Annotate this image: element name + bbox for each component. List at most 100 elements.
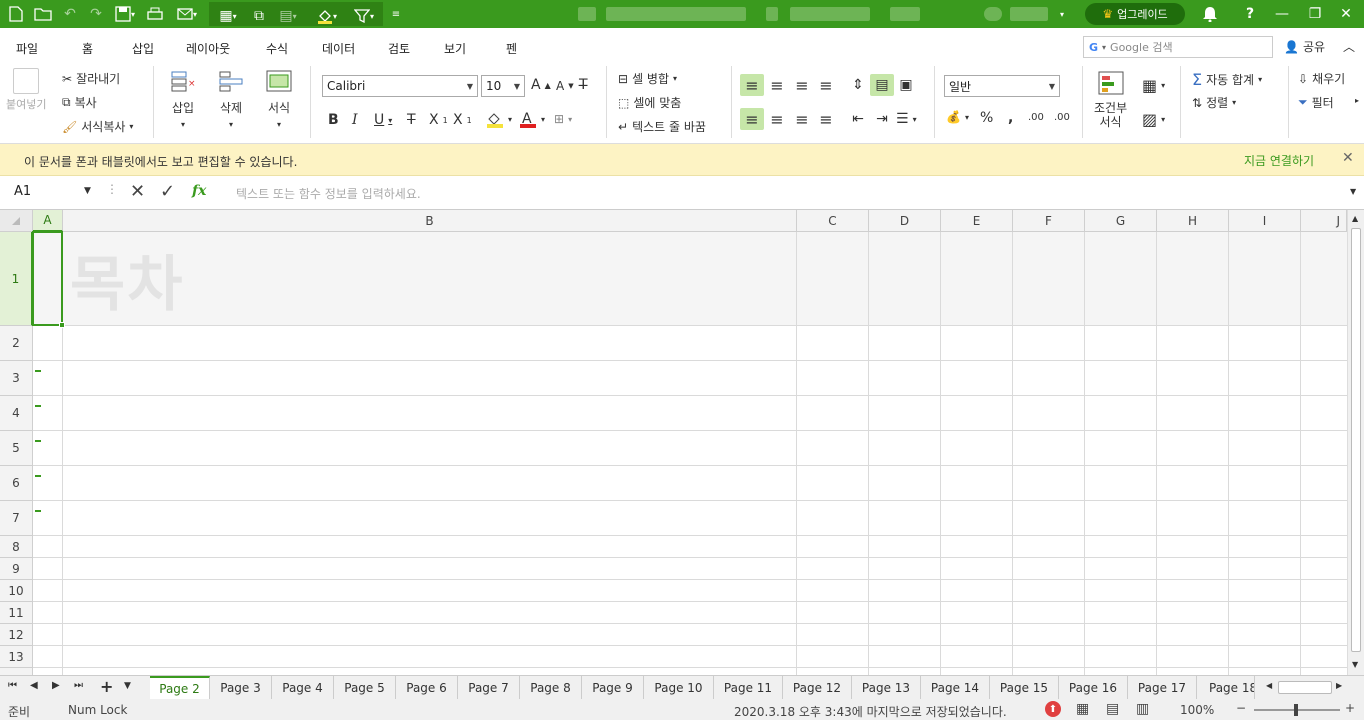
account-dropdown-icon[interactable]: ▾ xyxy=(1056,4,1068,24)
filter-icon[interactable]: ▾ xyxy=(349,6,379,26)
strikethrough-icon[interactable]: T xyxy=(407,112,416,128)
print-icon[interactable] xyxy=(145,4,165,24)
scroll-up-icon[interactable]: ▲ xyxy=(1352,214,1358,223)
table-style-icon[interactable]: ▦ ▾ xyxy=(1142,76,1165,95)
user-name[interactable] xyxy=(1010,7,1048,21)
first-sheet-icon[interactable]: ⏮ xyxy=(8,680,17,691)
zoom-in-icon[interactable]: + xyxy=(1345,701,1355,715)
fit-cells-button[interactable]: ⬚ 셀에 맞춤 xyxy=(618,94,681,111)
format-cells-button[interactable]: 서식 ▾ xyxy=(266,70,292,129)
fill-color-icon[interactable]: ▾ xyxy=(311,6,343,26)
superscript-icon[interactable]: X1 xyxy=(453,112,472,128)
active-cell-A1[interactable] xyxy=(32,231,63,326)
paste-cells-icon[interactable]: ▤ ▾ xyxy=(275,6,301,26)
sync-upload-icon[interactable]: ⬆ xyxy=(1045,701,1061,717)
justify-icon[interactable]: ≡ xyxy=(814,108,838,130)
column-header-G[interactable]: G xyxy=(1085,210,1157,232)
sheet-tab[interactable]: Page 11 xyxy=(714,676,783,699)
redo-icon[interactable]: ↷ xyxy=(86,4,106,24)
cell-format-icon[interactable]: ▦ ▾ xyxy=(215,6,241,26)
copy-cells-icon[interactable]: ⧉ xyxy=(249,6,269,26)
sheet-tab[interactable]: Page 9 xyxy=(582,676,644,699)
row-header-4[interactable]: 4 xyxy=(0,396,33,431)
sheet-tab[interactable]: Page 17 xyxy=(1128,676,1197,699)
undo-icon[interactable]: ↶ xyxy=(60,4,80,24)
connect-now-link[interactable]: 지금 연결하기 xyxy=(1244,152,1314,169)
sheet-list-icon[interactable]: ▼ xyxy=(124,681,131,691)
column-header-D[interactable]: D xyxy=(869,210,941,232)
sheet-tab-page-2[interactable]: Page 2 xyxy=(150,676,210,699)
row-header-7[interactable]: 7 xyxy=(0,501,33,536)
scroll-down-icon[interactable]: ▼ xyxy=(1352,660,1358,669)
subscript-icon[interactable]: X1 xyxy=(429,112,448,128)
row-header-3[interactable]: 3 xyxy=(0,361,33,396)
zoom-slider-thumb[interactable] xyxy=(1294,704,1298,716)
share-button[interactable]: 👤 공유 xyxy=(1284,38,1325,55)
last-sheet-icon[interactable]: ⏭ xyxy=(74,680,83,691)
sheet-tab[interactable]: Page 5 xyxy=(334,676,396,699)
border-icon[interactable]: ⊞ ▾ xyxy=(554,112,572,126)
save-icon[interactable]: ▾ xyxy=(112,4,138,24)
conditional-format-button[interactable]: 조건부 서식 xyxy=(1094,70,1127,129)
row-header-10[interactable]: 10 xyxy=(0,580,33,602)
menu-insert[interactable]: 삽입 xyxy=(132,40,154,57)
cell-B1-content[interactable]: 목차 xyxy=(70,236,184,323)
align-middle-icon[interactable]: ≡ xyxy=(765,74,789,96)
underline-icon[interactable]: U ▾ xyxy=(374,112,392,128)
column-header-H[interactable]: H xyxy=(1157,210,1229,232)
scroll-thumb[interactable] xyxy=(1351,228,1361,652)
close-notification-icon[interactable]: ✕ xyxy=(1342,150,1354,166)
open-folder-icon[interactable] xyxy=(32,4,54,24)
sheet-tab[interactable]: Page 14 xyxy=(921,676,990,699)
row-header-14[interactable] xyxy=(0,668,33,675)
fill-handle[interactable] xyxy=(59,322,65,328)
search-dropdown-icon[interactable]: ▾ xyxy=(1102,43,1106,52)
row-header-9[interactable]: 9 xyxy=(0,558,33,580)
align-top-icon[interactable]: ≡ xyxy=(740,74,764,96)
row-header-13[interactable]: 13 xyxy=(0,646,33,668)
indent-decrease-icon[interactable]: ⇤ xyxy=(846,108,870,130)
menu-data[interactable]: 데이터 xyxy=(322,40,355,57)
merge-cells-button[interactable]: ⊟ 셀 병합 ▾ xyxy=(618,70,677,87)
currency-icon[interactable]: 💰 ▾ xyxy=(946,110,969,124)
sheet-tab[interactable]: Page 13 xyxy=(852,676,921,699)
sheet-tab[interactable]: Page 6 xyxy=(396,676,458,699)
line-spacing-icon[interactable]: ⇕ xyxy=(846,74,870,96)
email-icon[interactable]: ▾ xyxy=(172,4,202,24)
column-header-F[interactable]: F xyxy=(1013,210,1085,232)
vertical-text-icon[interactable]: ▤ xyxy=(870,74,894,96)
ribbon-scroll-right-icon[interactable]: ▸ xyxy=(1355,96,1359,105)
clear-format-icon[interactable]: T̶ xyxy=(579,77,588,93)
menu-formulas[interactable]: 수식 xyxy=(266,40,288,57)
menu-view[interactable]: 보기 xyxy=(444,40,466,57)
paste-button[interactable]: 붙여넣기 xyxy=(6,68,46,112)
page-layout-view-icon[interactable]: ▤ xyxy=(1106,701,1119,717)
align-center-icon[interactable]: ≡ xyxy=(765,108,789,130)
column-header-I[interactable]: I xyxy=(1229,210,1301,232)
sheet-tab[interactable]: Page 3 xyxy=(210,676,272,699)
column-header-A[interactable]: A xyxy=(33,210,63,232)
name-box[interactable]: A1 xyxy=(14,184,31,199)
row-header-12[interactable]: 12 xyxy=(0,624,33,646)
normal-view-icon[interactable]: ▦ xyxy=(1076,701,1089,717)
autosum-button[interactable]: Σ 자동 합계 ▾ xyxy=(1192,70,1262,89)
text-direction-icon[interactable]: ☰ ▾ xyxy=(896,108,917,130)
copy-button[interactable]: ⧉ 복사 xyxy=(62,94,97,111)
hscroll-right-icon[interactable]: ▶ xyxy=(1336,681,1342,690)
fill-button[interactable]: ⇩ 채우기 xyxy=(1298,70,1345,87)
customize-toolbar-icon[interactable]: ≡ xyxy=(390,4,402,24)
ribbon-collapse-icon[interactable]: ︿ xyxy=(1343,38,1355,55)
horizontal-scroll-thumb[interactable] xyxy=(1278,681,1332,694)
column-header-B[interactable]: B xyxy=(63,210,797,232)
decrease-decimal-icon[interactable]: .00 xyxy=(1054,112,1070,123)
vertical-scrollbar[interactable]: ▲ ▼ xyxy=(1347,210,1364,675)
add-sheet-icon[interactable]: + xyxy=(100,677,113,696)
spreadsheet-grid[interactable]: A B C D E F G H I J 1 2 3 4 5 6 7 8 9 10… xyxy=(0,210,1364,675)
filter-button[interactable]: ⏷ 필터 xyxy=(1298,94,1334,111)
row-header-2[interactable]: 2 xyxy=(0,326,33,361)
page-break-view-icon[interactable]: ▥ xyxy=(1136,701,1149,717)
bold-icon[interactable]: B xyxy=(328,112,339,128)
comma-icon[interactable]: , xyxy=(1008,110,1013,126)
menu-pen[interactable]: 펜 xyxy=(506,40,517,57)
cut-button[interactable]: ✂ 잘라내기 xyxy=(62,70,120,87)
